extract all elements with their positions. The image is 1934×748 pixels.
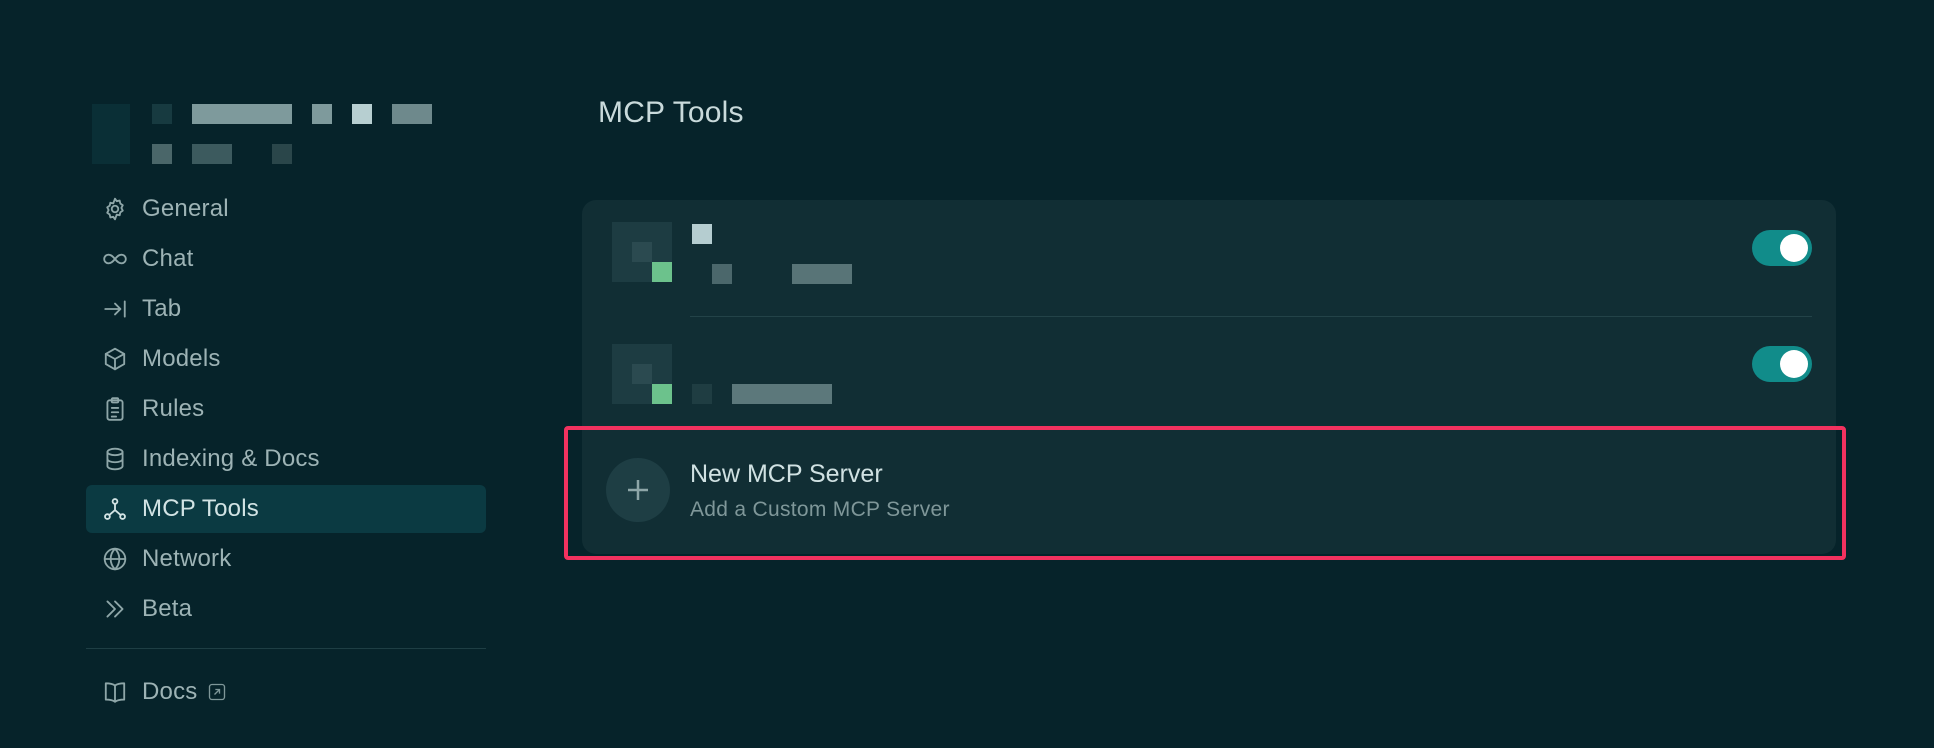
plus-icon <box>606 458 670 522</box>
gear-icon <box>100 194 130 224</box>
server-name <box>692 384 712 404</box>
toggle-knob <box>1780 350 1808 378</box>
sidebar-item-label: MCP Tools <box>142 495 259 522</box>
mcp-node-icon <box>100 494 130 524</box>
sidebar-item-tab[interactable]: Tab <box>86 285 486 333</box>
sidebar-item-models[interactable]: Models <box>86 335 486 383</box>
sidebar-item-label: Tab <box>142 295 182 322</box>
mcp-servers-card: New MCP Server Add a Custom MCP Server <box>582 200 1836 554</box>
sidebar-nav: General Chat Tab Models Rules Indexing &… <box>86 185 486 635</box>
tab-arrow-icon <box>100 294 130 324</box>
server-name <box>692 224 712 244</box>
sidebar-item-label: Models <box>142 345 221 372</box>
external-link-icon <box>207 682 227 702</box>
page-title: MCP Tools <box>598 96 744 129</box>
docs-link[interactable]: Docs <box>86 668 227 716</box>
sidebar-item-label: Network <box>142 545 232 572</box>
sidebar-item-chat[interactable]: Chat <box>86 235 486 283</box>
toggle-knob <box>1780 234 1808 262</box>
mcp-server-row[interactable] <box>582 200 1836 316</box>
mcp-server-row[interactable] <box>582 318 1836 432</box>
new-server-subtitle: Add a Custom MCP Server <box>690 498 950 521</box>
sidebar-item-general[interactable]: General <box>86 185 486 233</box>
clipboard-icon <box>100 394 130 424</box>
sidebar-item-label: Rules <box>142 395 205 422</box>
cube-icon <box>100 344 130 374</box>
sidebar-item-label: Chat <box>142 245 194 272</box>
docs-label: Docs <box>142 678 198 705</box>
new-mcp-server-button[interactable]: New MCP Server Add a Custom MCP Server <box>582 432 1836 554</box>
sidebar-item-indexing-docs[interactable]: Indexing & Docs <box>86 435 486 483</box>
sidebar-item-beta[interactable]: Beta <box>86 585 486 633</box>
account-info <box>92 100 452 168</box>
sidebar-item-mcp-tools[interactable]: MCP Tools <box>86 485 486 533</box>
sidebar-divider <box>86 648 486 649</box>
globe-icon <box>100 544 130 574</box>
book-icon <box>100 677 130 707</box>
database-icon <box>100 444 130 474</box>
double-chevron-icon <box>100 594 130 624</box>
server-toggle[interactable] <box>1752 346 1812 382</box>
sidebar-item-label: Indexing & Docs <box>142 445 320 472</box>
sidebar-item-network[interactable]: Network <box>86 535 486 583</box>
server-toggle[interactable] <box>1752 230 1812 266</box>
new-server-title: New MCP Server <box>690 460 883 488</box>
infinity-icon <box>100 244 130 274</box>
sidebar-item-rules[interactable]: Rules <box>86 385 486 433</box>
sidebar-item-label: Beta <box>142 595 193 622</box>
row-divider <box>690 316 1812 317</box>
sidebar-item-label: General <box>142 195 229 222</box>
